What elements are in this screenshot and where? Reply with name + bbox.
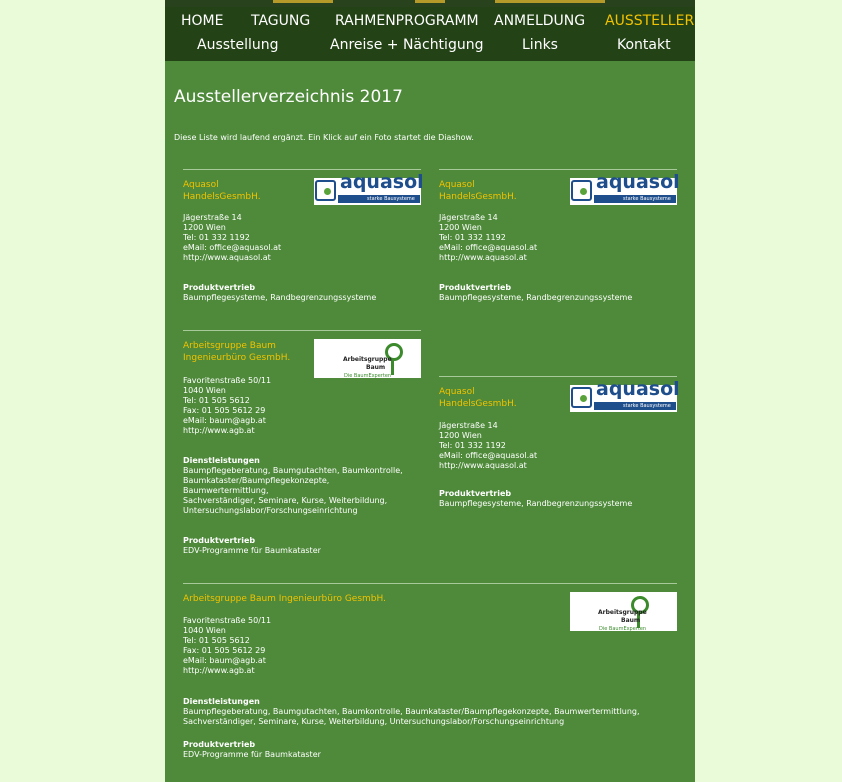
entry-divider [183,330,421,331]
aquasol-logo-photo[interactable]: aquasol starke Bausysteme [314,173,424,205]
aquasol-logo-mark-icon [571,180,592,201]
exhibitor-address: Jägerstraße 14 1200 Wien Tel: 01 332 119… [183,213,282,262]
exhibitor-address: Favoritenstraße 50/11 1040 Wien Tel: 01 … [183,376,272,435]
aquasol-logo-mark-icon [571,387,592,408]
entry-divider [183,169,421,170]
nav-anreise-naechtigung[interactable]: Anreise + Nächtigung [330,37,483,53]
nav-tagung[interactable]: TAGUNG [251,13,310,29]
nav-rahmenprogramm[interactable]: RAHMENPROGRAMM [335,13,479,29]
exhibitor-section-dienstleistungen: Dienstleistungen Baumpflegeberatung, Bau… [183,456,403,515]
entry-divider [183,583,677,584]
exhibitor-address: Jägerstraße 14 1200 Wien Tel: 01 332 119… [439,421,538,470]
page-title: Ausstellerverzeichnis 2017 [174,87,403,107]
agb-logo-photo[interactable]: Arbeitsgruppe Baum Die BaumExperten [570,592,677,632]
exhibitor-address: Favoritenstraße 50/11 1040 Wien Tel: 01 … [183,616,272,675]
page-container: HOME TAGUNG RAHMENPROGRAMM ANMELDUNG AUS… [165,0,695,782]
exhibitor-section-dienstleistungen: Dienstleistungen Baumpflegeberatung, Bau… [183,697,640,726]
nav-anmeldung[interactable]: ANMELDUNG [494,13,585,29]
exhibitor-name[interactable]: Arbeitsgruppe Baum Ingenieurbüro GesmbH. [183,340,290,364]
aquasol-logo-mark-icon [315,180,336,201]
aquasol-logo-photo[interactable]: aquasol starke Bausysteme [570,380,680,412]
exhibitor-section-produktvertrieb: Produktvertrieb EDV-Programme für Baumka… [183,740,321,759]
intro-text: Diese Liste wird laufend ergänzt. Ein Kl… [174,133,474,142]
nav-links[interactable]: Links [522,37,558,53]
exhibitor-section-produktvertrieb: Produktvertrieb EDV-Programme für Baumka… [183,536,321,555]
agb-logo-photo[interactable]: Arbeitsgruppe Baum Die BaumExperten [314,339,421,379]
nav-kontakt[interactable]: Kontakt [617,37,671,53]
exhibitor-address: Jägerstraße 14 1200 Wien Tel: 01 332 119… [439,213,538,262]
exhibitor-name[interactable]: Aquasol HandelsGesmbH. [183,179,261,203]
exhibitor-name[interactable]: Aquasol HandelsGesmbH. [439,179,517,203]
main-navigation: HOME TAGUNG RAHMENPROGRAMM ANMELDUNG AUS… [165,7,695,61]
nav-home[interactable]: HOME [181,13,223,29]
nav-ausstellung[interactable]: Ausstellung [197,37,279,53]
exhibitor-section-produktvertrieb: Produktvertrieb Baumpflegesysteme, Randb… [439,283,633,302]
exhibitor-name[interactable]: Arbeitsgruppe Baum Ingenieurbüro GesmbH. [183,593,386,605]
exhibitor-name[interactable]: Aquasol HandelsGesmbH. [439,386,517,410]
aquasol-logo-photo[interactable]: aquasol starke Bausysteme [570,173,680,205]
entry-divider [439,169,677,170]
header-banner-strip [165,0,695,7]
entry-divider [439,376,677,377]
nav-aussteller[interactable]: AUSSTELLER [605,13,694,29]
exhibitor-section-produktvertrieb: Produktvertrieb Baumpflegesysteme, Randb… [439,489,633,508]
exhibitor-section-produktvertrieb: Produktvertrieb Baumpflegesysteme, Randb… [183,283,377,302]
